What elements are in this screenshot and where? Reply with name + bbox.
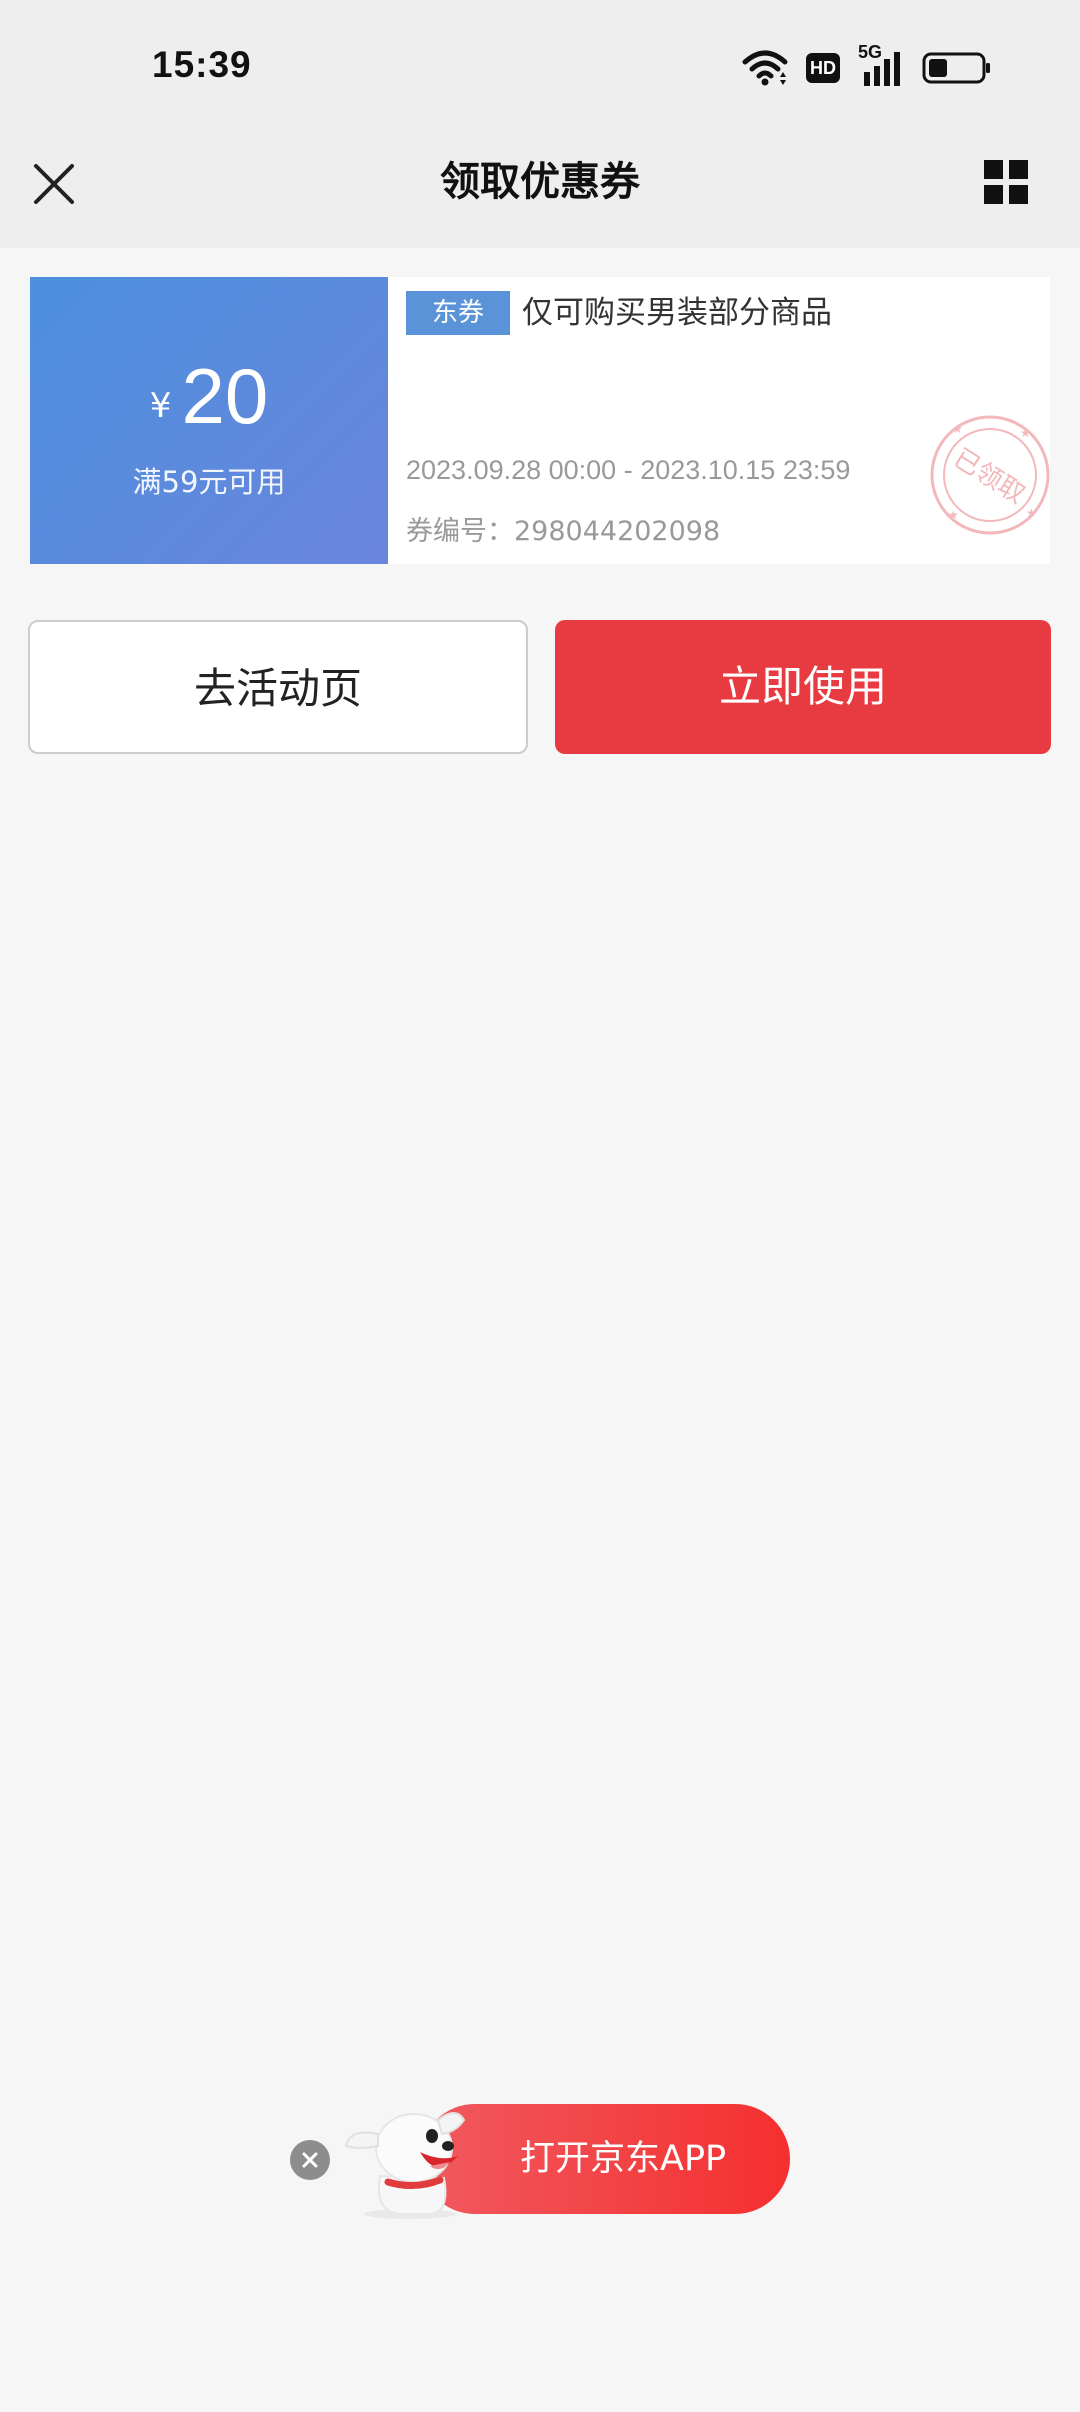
- coupon-code: 券编号：298044202098: [406, 516, 721, 547]
- menu-button[interactable]: [984, 160, 1028, 204]
- use-now-button[interactable]: 立即使用: [555, 620, 1051, 754]
- coupon-type-badge: 东券: [406, 291, 510, 335]
- coupon-description: 仅可购买男装部分商品: [522, 295, 832, 331]
- status-time: 15:39: [152, 44, 252, 85]
- go-to-activity-button[interactable]: 去活动页: [28, 620, 528, 754]
- coupon-card: ¥20 满59元可用 东券 仅可购买男装部分商品 2023.09.28 00:0…: [30, 277, 1050, 564]
- svg-text:★: ★: [948, 508, 959, 522]
- wifi-icon: [742, 50, 788, 86]
- svg-text:★: ★: [952, 422, 963, 436]
- coupon-validity: 2023.09.28 00:00 - 2023.10.15 23:59: [406, 455, 851, 485]
- open-app-label: 打开京东APP: [520, 2139, 727, 2179]
- battery-icon: [922, 52, 990, 84]
- hd-label: HD: [810, 58, 836, 78]
- hd-icon: HD: [806, 53, 840, 83]
- stamp-text: 已领取: [948, 443, 1030, 510]
- coupon-value-panel: ¥20 满59元可用: [30, 277, 388, 564]
- coupon-condition: 满59元可用: [132, 465, 286, 499]
- svg-text:★: ★: [1020, 426, 1031, 440]
- close-open-app-button[interactable]: [290, 2140, 330, 2180]
- coupon-amount: ¥20: [30, 351, 388, 463]
- close-icon: [302, 2152, 318, 2168]
- open-app-banner[interactable]: 打开京东APP: [340, 2104, 790, 2219]
- claimed-stamp-icon: ★ ★ ★ ★ 已领取: [930, 415, 1050, 535]
- page-title: 领取优惠券: [440, 159, 640, 205]
- coupon-currency: ¥: [149, 386, 172, 426]
- coupon-info-panel: 东券 仅可购买男装部分商品 2023.09.28 00:00 - 2023.10…: [388, 277, 1050, 564]
- nav-bar: 领取优惠券: [0, 140, 1080, 248]
- svg-text:★: ★: [1026, 506, 1037, 520]
- 5g-signal-icon: 5G: [858, 42, 904, 88]
- status-icons: HD 5G: [742, 42, 992, 92]
- jd-dog-mascot-icon: [344, 2112, 466, 2219]
- grid-icon: [984, 160, 1028, 204]
- coupon-value: 20: [181, 352, 269, 440]
- status-bar: 15:39 HD 5G: [0, 0, 1080, 140]
